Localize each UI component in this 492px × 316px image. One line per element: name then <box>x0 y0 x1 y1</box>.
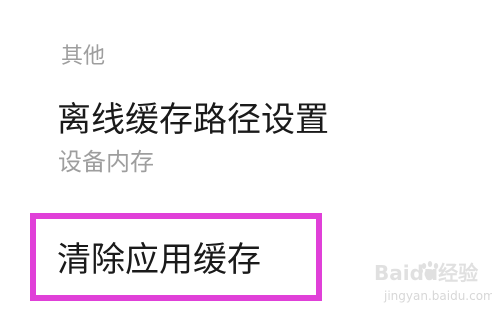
offline-cache-path-value: 设备内存 <box>58 148 154 176</box>
highlight-annotation-box <box>30 213 322 301</box>
offline-cache-path-title: 离线缓存路径设置 <box>57 100 329 140</box>
baidu-logo-icon: Baidu经验 <box>374 261 478 285</box>
offline-cache-path-setting[interactable]: 离线缓存路径设置 设备内存 <box>0 92 492 188</box>
baidu-jingyan-watermark: Baidu经验 jingyan.baidu.com <box>372 256 492 308</box>
section-header-other: 其他 <box>61 44 106 69</box>
watermark-url: jingyan.baidu.com <box>384 289 492 303</box>
